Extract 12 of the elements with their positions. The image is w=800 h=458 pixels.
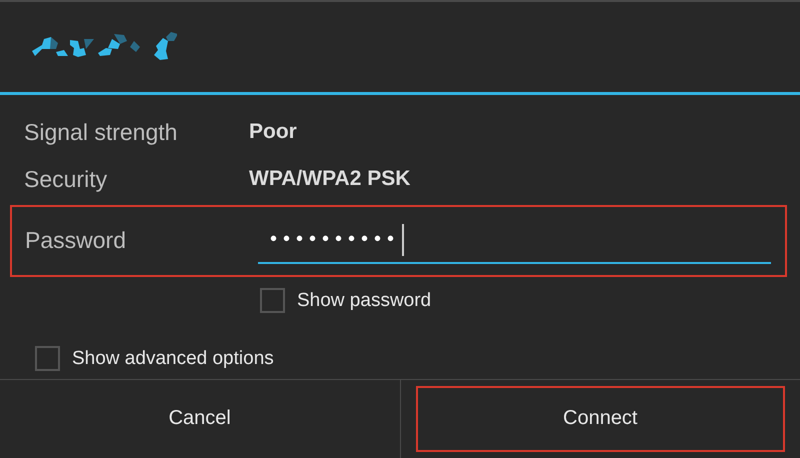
field-value: WPA/WPA2 PSK <box>249 167 410 192</box>
checkbox[interactable] <box>260 288 285 314</box>
field-value: Poor <box>249 120 297 144</box>
checkbox-label: Show advanced options <box>72 348 274 370</box>
dialog-button[interactable]: Cancel <box>15 386 384 452</box>
checkbox[interactable] <box>35 346 60 372</box>
field-label: Security <box>24 166 108 193</box>
password-field[interactable]: •••••••••• <box>258 218 771 264</box>
field-label: Signal strength <box>24 118 178 146</box>
dialog-button[interactable]: Connect <box>416 386 785 452</box>
password-label: Password <box>25 227 127 254</box>
checkbox-label: Show password <box>297 290 432 312</box>
